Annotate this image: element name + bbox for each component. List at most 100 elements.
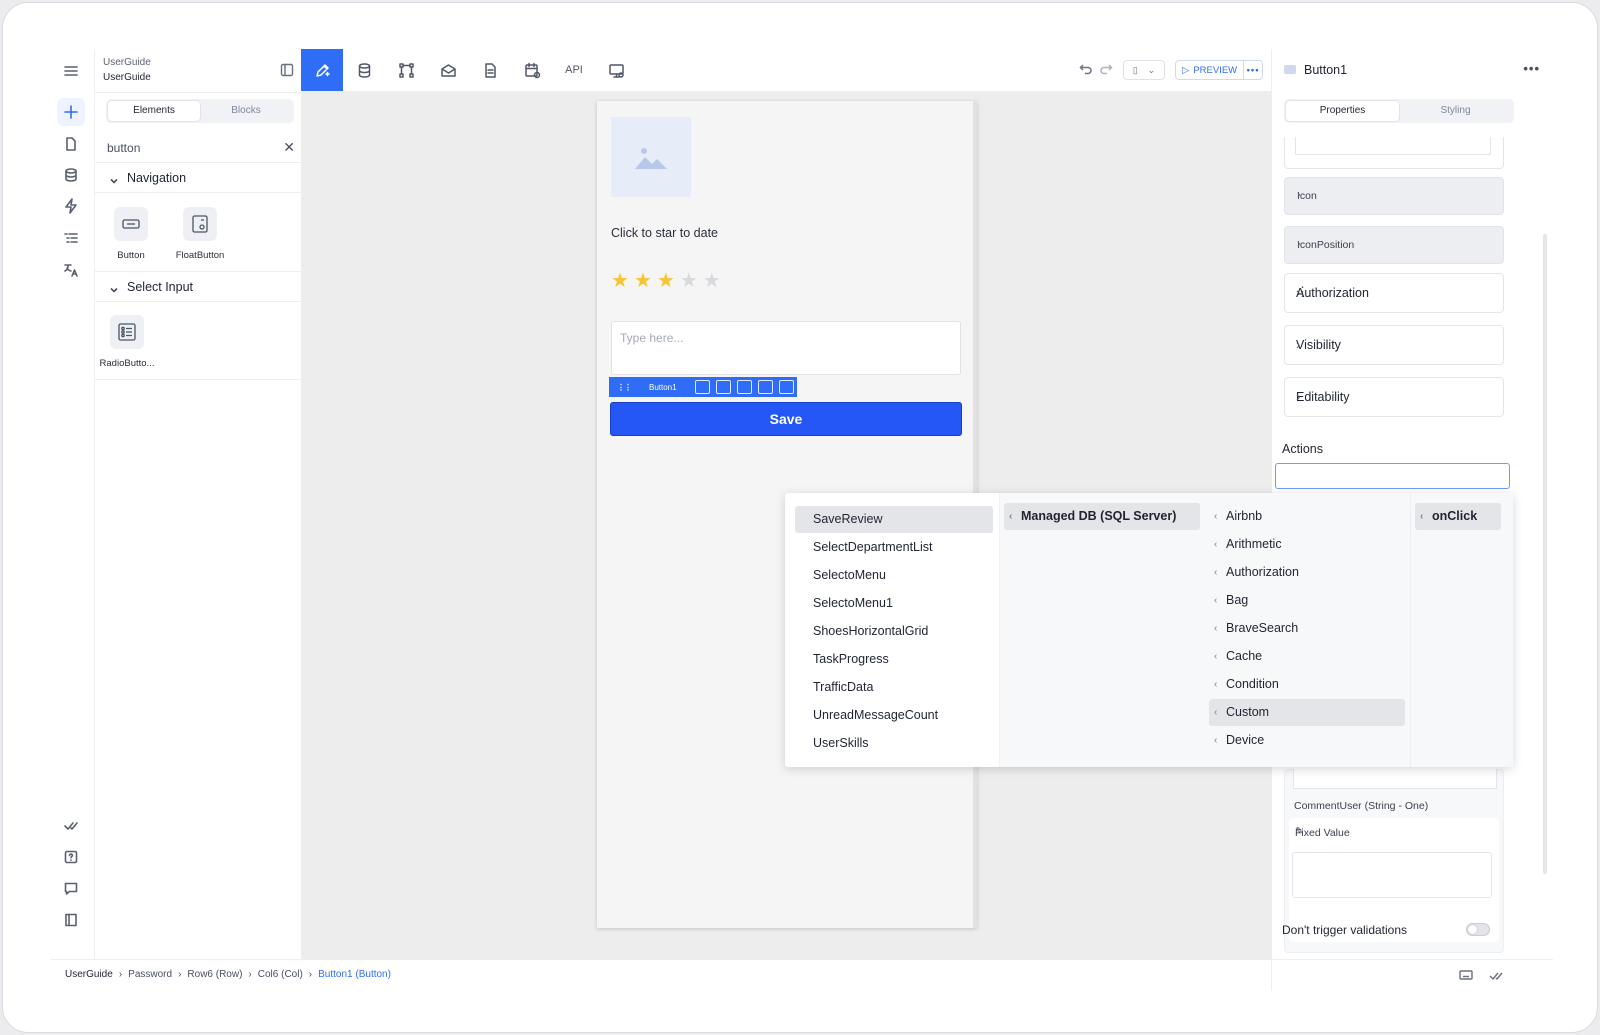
schedule-tool[interactable] — [511, 49, 553, 91]
action-item[interactable]: SaveReview — [795, 506, 993, 533]
star-icon[interactable]: ★ — [703, 271, 721, 291]
redo-icon[interactable] — [1099, 61, 1113, 75]
add-icon[interactable] — [695, 380, 710, 394]
add-icon[interactable] — [57, 98, 85, 126]
category-item[interactable]: ‹ BraveSearch — [1209, 615, 1405, 642]
action-item[interactable]: ShoesHorizontalGrid — [795, 618, 993, 645]
action-item[interactable]: UserSkills — [795, 730, 993, 757]
element-floatbutton[interactable]: FloatButton — [170, 207, 230, 261]
comment-textarea[interactable]: Type here... — [611, 321, 961, 375]
image-placeholder[interactable] — [611, 117, 691, 197]
element-button[interactable]: Button — [101, 207, 161, 261]
element-search[interactable]: button ✕ — [95, 133, 305, 163]
action-item[interactable]: UnreadMessageCount — [795, 702, 993, 729]
text-property-field[interactable] — [1295, 137, 1491, 155]
star-icon[interactable]: ★ — [634, 271, 652, 291]
element-radiobutton[interactable]: RadioButto... — [97, 315, 157, 369]
tab-blocks[interactable]: Blocks — [200, 101, 292, 121]
page-name[interactable]: UserGuide — [103, 72, 151, 83]
dont-trigger-validations-toggle[interactable] — [1466, 923, 1490, 936]
action-item[interactable]: TaskProgress — [795, 646, 993, 673]
paint-roller-icon[interactable] — [779, 380, 794, 394]
monitor-settings-icon — [608, 63, 624, 78]
email-tool[interactable] — [427, 49, 469, 91]
chat-icon[interactable] — [57, 874, 85, 902]
save-button[interactable]: Save — [610, 402, 962, 436]
design-tool[interactable] — [301, 49, 343, 91]
tab-styling[interactable]: Styling — [1399, 101, 1512, 121]
keyboard-icon[interactable] — [1459, 968, 1473, 982]
more-options-icon[interactable]: ••• — [1523, 61, 1540, 76]
tab-elements[interactable]: Elements — [108, 101, 200, 121]
device-selector[interactable]: ▯ ⌄ — [1123, 60, 1165, 80]
preview-button[interactable]: ▷ PREVIEW ••• — [1175, 60, 1263, 80]
star-rating[interactable]: ★ ★ ★ ★ ★ — [611, 271, 721, 291]
datasource-item[interactable]: ‹ Managed DB (SQL Server) — [1004, 503, 1200, 530]
group-select-input[interactable]: Select Input — [95, 272, 305, 302]
menu-icon[interactable] — [57, 57, 85, 85]
param-field[interactable] — [1293, 769, 1497, 789]
database-icon[interactable] — [57, 161, 85, 189]
group-navigation[interactable]: Navigation — [95, 163, 305, 193]
action-item[interactable]: TrafficData — [795, 674, 993, 701]
flow-tool[interactable] — [385, 49, 427, 91]
paste-icon[interactable] — [758, 380, 773, 394]
book-icon[interactable] — [57, 906, 85, 934]
phone-icon: ▯ — [1132, 64, 1138, 75]
category-item[interactable]: ‹ Device — [1209, 727, 1405, 754]
breadcrumb-item[interactable]: Row6 (Row) — [187, 969, 242, 980]
action-item[interactable]: SelectDepartmentList — [795, 534, 993, 561]
component-title[interactable]: Button1 — [1304, 63, 1347, 77]
prop-visibility[interactable]: Visibility › — [1284, 325, 1504, 365]
category-item[interactable]: ‹ Bag — [1209, 587, 1405, 614]
category-item[interactable]: ‹ Airbnb — [1209, 503, 1405, 530]
star-icon[interactable]: ★ — [657, 271, 675, 291]
api-tool[interactable]: API — [553, 49, 595, 91]
tab-properties[interactable]: Properties — [1286, 101, 1399, 121]
event-item[interactable]: ‹ onClick — [1415, 503, 1501, 530]
category-item[interactable]: ‹ Custom — [1209, 699, 1405, 726]
breadcrumb-item[interactable]: Button1 (Button) — [318, 969, 391, 980]
breadcrumb-item[interactable]: Password — [128, 969, 172, 980]
actions-input[interactable] — [1275, 463, 1510, 489]
prop-icon[interactable]: Icon › — [1284, 177, 1504, 215]
drag-handle-icon[interactable]: ⋮⋮ — [617, 383, 632, 392]
screen-tool[interactable] — [595, 49, 637, 91]
page-icon[interactable] — [57, 130, 85, 158]
category-item[interactable]: ‹ Condition — [1209, 671, 1405, 698]
collapse-panel-icon[interactable] — [280, 63, 294, 77]
breadcrumb-item[interactable]: Col6 (Col) — [258, 969, 303, 980]
chevron-left-icon: ‹ — [1214, 511, 1218, 522]
lightning-icon[interactable] — [57, 192, 85, 220]
check-icon[interactable] — [1489, 968, 1503, 982]
check-icon[interactable] — [57, 811, 85, 839]
search-input[interactable]: button — [107, 141, 140, 155]
data-tool[interactable] — [343, 49, 385, 91]
menu-item-label: Managed DB (SQL Server) — [1021, 509, 1177, 523]
properties-scrollbar[interactable] — [1543, 234, 1547, 874]
category-item[interactable]: ‹ Arithmetic — [1209, 531, 1405, 558]
prop-authorization[interactable]: Authorization ⋮ › — [1284, 273, 1504, 313]
clear-search-icon[interactable]: ✕ — [283, 140, 295, 154]
translate-icon[interactable] — [57, 256, 85, 284]
menu-item-label: TrafficData — [813, 680, 874, 694]
trash-icon[interactable] — [716, 380, 731, 394]
prop-iconposition[interactable]: IconPosition › — [1284, 226, 1504, 264]
prop-editability[interactable]: Editability › — [1284, 377, 1504, 417]
more-options-icon[interactable]: ••• — [1244, 65, 1262, 76]
document-tool[interactable] — [469, 49, 511, 91]
category-item[interactable]: ‹ Cache — [1209, 643, 1405, 670]
copy-icon[interactable] — [737, 380, 752, 394]
breadcrumb-item[interactable]: UserGuide — [65, 969, 113, 980]
fixed-value-textarea[interactable] — [1292, 852, 1492, 898]
caption-text[interactable]: Click to star to date — [611, 226, 718, 240]
star-icon[interactable]: ★ — [611, 271, 629, 291]
help-icon[interactable] — [57, 843, 85, 871]
action-item[interactable]: SelectoMenu1 — [795, 590, 993, 617]
list-icon[interactable] — [57, 224, 85, 252]
action-item[interactable]: SelectoMenu — [795, 562, 993, 589]
undo-icon[interactable] — [1079, 61, 1093, 75]
star-icon[interactable]: ★ — [680, 271, 698, 291]
category-item[interactable]: ‹ Authorization — [1209, 559, 1405, 586]
edit-pen-icon[interactable]: ✎ — [1295, 826, 1493, 837]
